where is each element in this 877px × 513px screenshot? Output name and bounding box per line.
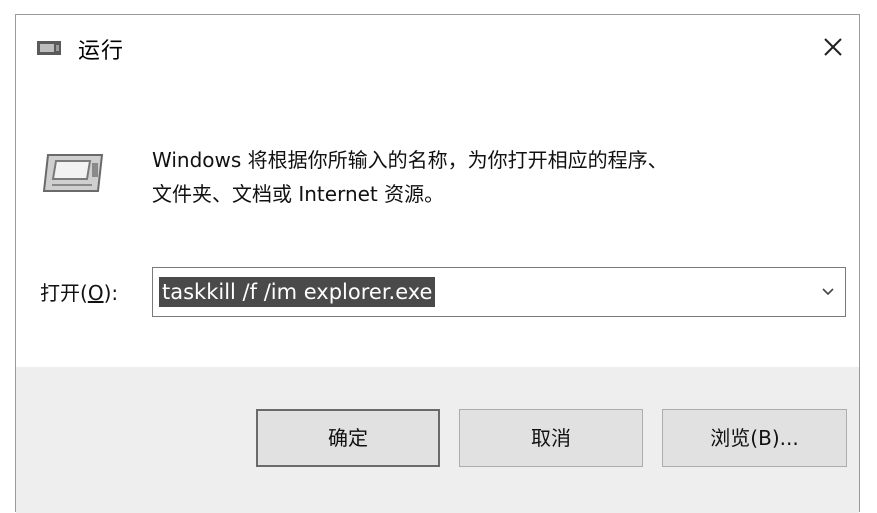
command-input[interactable]: taskkill /f /im explorer.exe [159, 277, 436, 307]
open-label-accelerator: O [87, 281, 104, 305]
chevron-down-icon[interactable] [819, 282, 837, 300]
open-label-suffix: ): [103, 281, 119, 305]
title-bar[interactable]: 运行 [16, 15, 859, 81]
open-label-prefix: 打开( [40, 281, 88, 305]
dialog-body: Windows 将根据你所输入的名称，为你打开相应的程序、 文件夹、文档或 In… [16, 81, 859, 373]
open-label: 打开(O): [40, 277, 118, 306]
run-dialog: 运行 Windows 将根据你所输入的名称，为你打开相应的程序、 文件夹、文档或… [15, 14, 860, 513]
close-icon [824, 38, 842, 56]
cancel-button[interactable]: 取消 [459, 409, 643, 467]
browse-button[interactable]: 浏览(B)... [662, 409, 847, 467]
instruction-line-1: Windows 将根据你所输入的名称，为你打开相应的程序、 [152, 148, 668, 172]
button-bar: 确定 取消 浏览(B)... [16, 367, 859, 513]
instruction-line-2: 文件夹、文档或 Internet 资源。 [152, 182, 445, 206]
instruction-text: Windows 将根据你所输入的名称，为你打开相应的程序、 文件夹、文档或 In… [152, 143, 832, 211]
run-icon [42, 149, 110, 197]
open-combobox[interactable]: taskkill /f /im explorer.exe [152, 267, 846, 317]
window-title: 运行 [78, 39, 125, 64]
close-button[interactable] [807, 15, 859, 81]
run-app-icon [36, 39, 64, 57]
ok-button[interactable]: 确定 [256, 409, 440, 467]
